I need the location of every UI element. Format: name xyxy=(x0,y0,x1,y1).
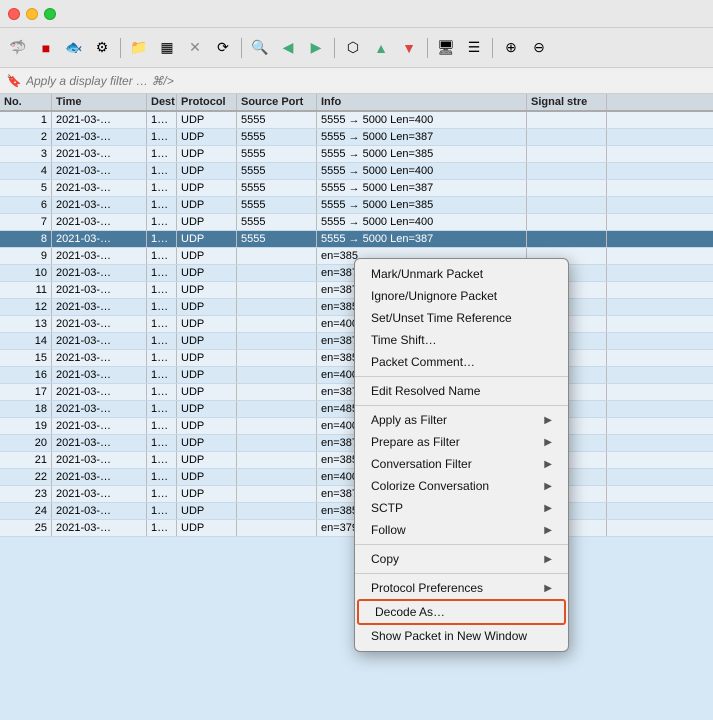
filter-input[interactable] xyxy=(26,74,707,88)
col-header-no: No. xyxy=(0,94,52,110)
menu-item-mark-unmark[interactable]: Mark/Unmark Packet xyxy=(355,263,568,285)
forward-icon[interactable]: ▶ xyxy=(304,36,328,60)
table-row[interactable]: 62021-03-…1…UDP55555555 → 5000 Len=385 xyxy=(0,197,713,214)
table-row[interactable]: 82021-03-…1…UDP55555555 → 5000 Len=387 xyxy=(0,231,713,248)
col-header-signal: Signal stre xyxy=(527,94,607,110)
menu-item-label: Follow xyxy=(371,523,406,537)
menu-separator xyxy=(355,573,568,574)
submenu-arrow-icon: ▶ xyxy=(544,583,552,594)
menu-item-label: Ignore/Unignore Packet xyxy=(371,289,497,303)
menu-item-label: Conversation Filter xyxy=(371,457,472,471)
menu-item-edit-resolved[interactable]: Edit Resolved Name xyxy=(355,380,568,402)
menu-item-colorize-conversation[interactable]: Colorize Conversation ▶ xyxy=(355,475,568,497)
menu-item-apply-as-filter[interactable]: Apply as Filter ▶ xyxy=(355,409,568,431)
menu-separator xyxy=(355,544,568,545)
table-row[interactable]: 52021-03-…1…UDP55555555 → 5000 Len=387 xyxy=(0,180,713,197)
toolbar-sep-2 xyxy=(241,38,242,58)
table-row[interactable]: 32021-03-…1…UDP55555555 → 5000 Len=385 xyxy=(0,146,713,163)
menu-item-label: Packet Comment… xyxy=(371,355,475,369)
monitor-icon[interactable]: 🖥 xyxy=(434,36,458,60)
layers-icon[interactable]: ⬡ xyxy=(341,36,365,60)
menu-item-sctp[interactable]: SCTP ▶ xyxy=(355,497,568,519)
menu-item-label: Show Packet in New Window xyxy=(371,629,527,643)
menu-item-label: Copy xyxy=(371,552,399,566)
col-header-proto: Protocol xyxy=(177,94,237,110)
minimize-button[interactable] xyxy=(26,8,38,20)
menu-item-label: Decode As… xyxy=(375,605,445,619)
zoom-out-icon[interactable]: ⊖ xyxy=(527,36,551,60)
back-icon[interactable]: ◀ xyxy=(276,36,300,60)
folder-icon[interactable]: 📁 xyxy=(127,36,151,60)
stop-icon[interactable]: ■ xyxy=(34,36,58,60)
refresh-icon[interactable]: ⟳ xyxy=(211,36,235,60)
table-row[interactable]: 72021-03-…1…UDP55555555 → 5000 Len=400 xyxy=(0,214,713,231)
menu-separator xyxy=(355,376,568,377)
col-header-info: Info xyxy=(317,94,527,110)
filterbar: 🔖 xyxy=(0,68,713,94)
fish-icon[interactable]: 🐟 xyxy=(62,36,86,60)
menu-item-label: Mark/Unmark Packet xyxy=(371,267,483,281)
submenu-arrow-icon: ▶ xyxy=(544,503,552,514)
col-header-dest: Dest xyxy=(147,94,177,110)
zoom-in-icon[interactable]: ⊕ xyxy=(499,36,523,60)
maximize-button[interactable] xyxy=(44,8,56,20)
submenu-arrow-icon: ▶ xyxy=(544,525,552,536)
table-row[interactable]: 12021-03-…1…UDP55555555 → 5000 Len=400 xyxy=(0,112,713,129)
menu-item-label: Time Shift… xyxy=(371,333,437,347)
menu-item-set-time-ref[interactable]: Set/Unset Time Reference xyxy=(355,307,568,329)
list-icon[interactable]: ☰ xyxy=(462,36,486,60)
toolbar-sep-4 xyxy=(427,38,428,58)
shark-icon[interactable]: 🦈 xyxy=(6,36,30,60)
filter-bookmark-icon: 🔖 xyxy=(6,73,22,89)
traffic-lights xyxy=(8,8,56,20)
upload-icon[interactable]: ▲ xyxy=(369,36,393,60)
col-header-time: Time xyxy=(52,94,147,110)
close-button[interactable] xyxy=(8,8,20,20)
download-icon[interactable]: ▼ xyxy=(397,36,421,60)
menu-item-label: Prepare as Filter xyxy=(371,435,460,449)
menu-item-follow[interactable]: Follow ▶ xyxy=(355,519,568,541)
context-menu: Mark/Unmark Packet Ignore/Unignore Packet… xyxy=(354,258,569,652)
submenu-arrow-icon: ▶ xyxy=(544,415,552,426)
gear-icon[interactable]: ⚙ xyxy=(90,36,114,60)
menu-item-conversation-filter[interactable]: Conversation Filter ▶ xyxy=(355,453,568,475)
menu-item-label: SCTP xyxy=(371,501,403,515)
menu-item-show-packet-new-window[interactable]: Show Packet in New Window xyxy=(355,625,568,647)
table-header: No. Time Dest Protocol Source Port Info … xyxy=(0,94,713,112)
close-capture-icon[interactable]: ✕ xyxy=(183,36,207,60)
menu-item-label: Edit Resolved Name xyxy=(371,384,480,398)
menu-item-ignore-unignore[interactable]: Ignore/Unignore Packet xyxy=(355,285,568,307)
menu-item-label: Apply as Filter xyxy=(371,413,447,427)
submenu-arrow-icon: ▶ xyxy=(544,459,552,470)
menu-item-label: Colorize Conversation xyxy=(371,479,489,493)
submenu-arrow-icon: ▶ xyxy=(544,554,552,565)
titlebar xyxy=(0,0,713,28)
table-icon[interactable]: ▦ xyxy=(155,36,179,60)
menu-separator xyxy=(355,405,568,406)
toolbar: 🦈 ■ 🐟 ⚙ 📁 ▦ ✕ ⟳ 🔍 ◀ ▶ ⬡ ▲ ▼ 🖥 ☰ ⊕ ⊖ xyxy=(0,28,713,68)
submenu-arrow-icon: ▶ xyxy=(544,481,552,492)
table-row[interactable]: 42021-03-…1…UDP55555555 → 5000 Len=400 xyxy=(0,163,713,180)
col-header-src: Source Port xyxy=(237,94,317,110)
submenu-arrow-icon: ▶ xyxy=(544,437,552,448)
menu-item-copy[interactable]: Copy ▶ xyxy=(355,548,568,570)
menu-item-decode-as[interactable]: Decode As… xyxy=(357,599,566,625)
menu-item-time-shift[interactable]: Time Shift… xyxy=(355,329,568,351)
menu-item-packet-comment[interactable]: Packet Comment… xyxy=(355,351,568,373)
search-icon[interactable]: 🔍 xyxy=(248,36,272,60)
menu-item-label: Protocol Preferences xyxy=(371,581,483,595)
table-row[interactable]: 22021-03-…1…UDP55555555 → 5000 Len=387 xyxy=(0,129,713,146)
menu-item-prepare-as-filter[interactable]: Prepare as Filter ▶ xyxy=(355,431,568,453)
toolbar-sep-5 xyxy=(492,38,493,58)
menu-item-protocol-prefs[interactable]: Protocol Preferences ▶ xyxy=(355,577,568,599)
menu-item-label: Set/Unset Time Reference xyxy=(371,311,512,325)
toolbar-sep-3 xyxy=(334,38,335,58)
toolbar-sep-1 xyxy=(120,38,121,58)
